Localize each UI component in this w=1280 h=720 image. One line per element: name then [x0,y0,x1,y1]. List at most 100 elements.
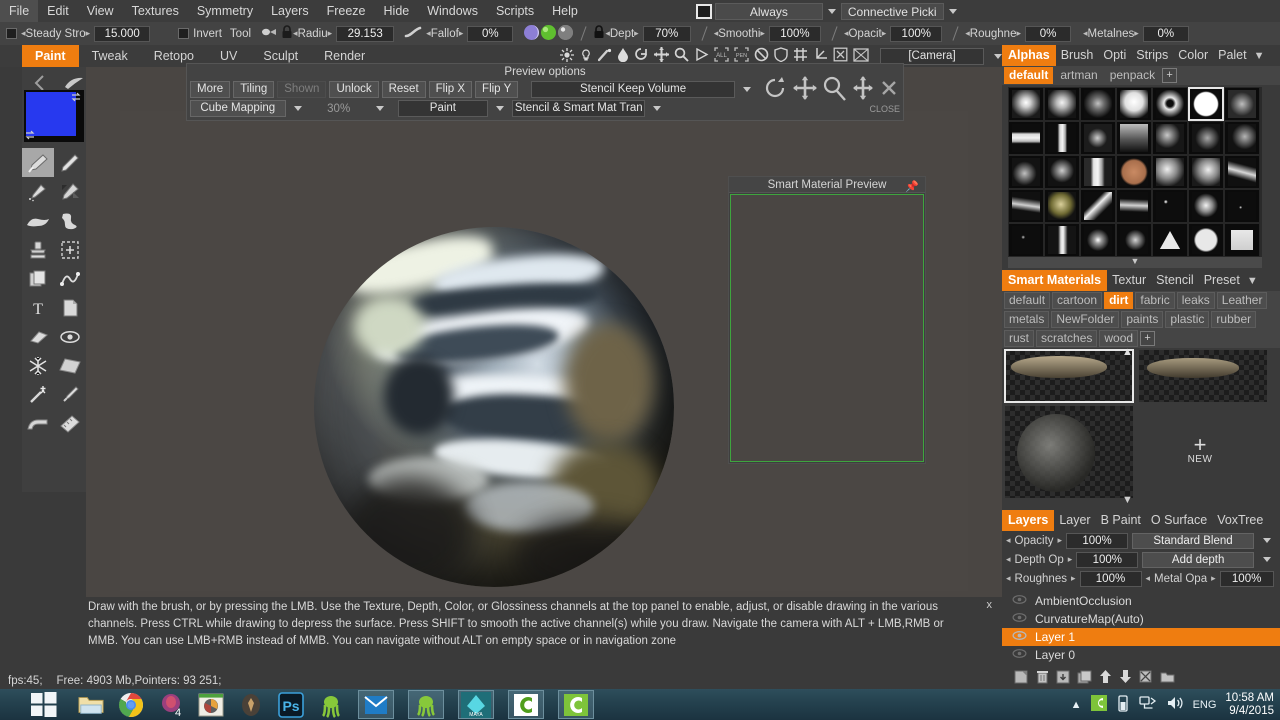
opacity-right-arrow[interactable]: ▸ [882,28,887,39]
new-material-button[interactable]: + NEW [1136,404,1264,496]
flip-x-button[interactable]: Flip X [428,81,473,98]
uv-map-icon[interactable] [853,47,869,65]
color-swatch-container[interactable] [24,90,84,142]
depth-mode-chevron-icon[interactable] [1263,557,1271,562]
menu-item-hide[interactable]: Hide [375,0,419,22]
paint-mode-chevron-icon[interactable] [496,106,504,111]
chevron-alpha[interactable] [1080,189,1116,223]
dent-sphere-alpha-2[interactable] [1188,155,1224,189]
maya-icon[interactable]: MAYA [458,690,494,719]
plane-tool-icon[interactable] [54,351,86,380]
material-folder-cartoon[interactable]: cartoon [1052,292,1103,309]
cube-mapping-chevron-icon[interactable] [293,106,302,111]
always-dropdown[interactable]: Always [714,2,823,20]
material-folder-fabric[interactable]: fabric [1135,292,1175,309]
radius-right-arrow[interactable]: ▸ [328,28,333,39]
menu-item-symmetry[interactable]: Symmetry [188,0,262,22]
picasa-icon[interactable] [198,692,224,718]
camera-dropdown[interactable]: [Camera] [880,47,984,65]
depth-right-arrow[interactable]: ▸ [634,28,639,39]
clear-layer-icon[interactable] [1139,670,1153,687]
eye-icon[interactable] [1012,630,1027,644]
spray-tool-icon[interactable] [22,177,54,206]
chain-alpha[interactable] [1080,121,1116,155]
rock-sphere-alpha[interactable] [1044,189,1080,223]
cylinder-alpha[interactable] [1080,155,1116,189]
eye-icon-dim-2[interactable] [1012,612,1027,626]
speckle-alpha[interactable] [1152,189,1188,223]
material-folder-plastic[interactable]: plastic [1165,311,1210,328]
falloff-right-arrow[interactable]: ▸ [459,28,464,39]
preview-rotate-icon[interactable] [763,75,789,104]
tab-smart-materials[interactable]: Smart Materials [1002,270,1108,291]
alpha-folder-default[interactable]: default [1004,67,1054,84]
clock[interactable]: 10:58 AM 9/4/2015 [1225,692,1274,718]
tab-layer[interactable]: Layer [1054,510,1095,531]
hard-round-alpha[interactable] [1116,87,1152,121]
tree-alpha[interactable] [1044,155,1080,189]
soft-round-alpha-2[interactable] [1044,87,1080,121]
blotch-alpha[interactable] [1188,189,1224,223]
tab-o-surface[interactable]: O Surface [1146,510,1212,531]
dent-sphere-alpha[interactable] [1152,155,1188,189]
preview-percent-value[interactable]: 30% [310,103,368,115]
steady-stroke-right-arrow[interactable]: ▸ [86,28,91,39]
depth-op-left-arrow[interactable]: ◂ [1006,554,1011,565]
preview-close-label[interactable]: CLOSE [869,104,900,113]
more-button[interactable]: More [190,81,231,98]
menu-item-freeze[interactable]: Freeze [318,0,375,22]
tab-voxtree[interactable]: VoxTree [1212,510,1268,531]
menu-item-view[interactable]: View [78,0,123,22]
tab-paint[interactable]: Paint [22,45,79,67]
chevron-down-icon-2[interactable] [948,8,957,14]
lock-icon-2[interactable] [593,25,605,42]
material-folder-leather[interactable]: Leather [1216,292,1268,309]
unity-icon[interactable] [238,692,264,718]
menu-item-windows[interactable]: Windows [418,0,487,22]
eye-icon-dim-3[interactable] [1012,648,1027,662]
coat-green-icon-2[interactable] [558,690,594,719]
hair-strands-alpha[interactable] [1116,189,1152,223]
fill-brush-tool-icon[interactable] [54,177,86,206]
soft-round-alpha[interactable] [1008,87,1044,121]
flip-y-button[interactable]: Flip Y [475,81,519,98]
volume-icon[interactable] [1166,695,1184,714]
stencil-smart-chevron-icon[interactable] [653,106,662,111]
layer-item-layer-0[interactable]: Layer 0 [1002,646,1280,664]
tab-tweak[interactable]: Tweak [79,45,141,67]
smoothing-right-arrow[interactable]: ▸ [760,28,765,39]
metal-opa-left-arrow[interactable]: ◂ [1146,573,1151,584]
preview-pan-icon[interactable] [850,75,876,104]
tube-cluster-alpha[interactable] [1116,121,1152,155]
smear-alpha[interactable] [1188,121,1224,155]
material-thumb-1[interactable] [1004,349,1134,403]
tiling-button[interactable]: Tiling [233,81,275,98]
cylinder-alpha-2[interactable] [1044,223,1080,257]
material-folder-newfolder[interactable]: NewFolder [1051,311,1120,328]
grass-alpha[interactable] [1224,155,1260,189]
crack-alpha[interactable] [1224,121,1260,155]
add-material-folder-icon[interactable]: + [1140,331,1156,346]
material-folder-paints[interactable]: paints [1121,311,1164,328]
rough-sphere-alpha[interactable] [1116,155,1152,189]
preview-zoom-icon[interactable] [821,75,847,104]
file-explorer-icon[interactable] [78,692,104,718]
reset-button[interactable]: Reset [381,81,426,98]
depth-value[interactable]: 70% [642,25,691,42]
3dcoat-icon[interactable] [318,692,344,718]
language-indicator[interactable]: ENG [1193,699,1217,711]
stencil-smart-mat-dropdown[interactable]: Stencil & Smart Mat Tran [512,100,646,117]
holes-alpha[interactable] [1188,223,1224,257]
move-up-icon[interactable] [1099,669,1112,687]
metalness-right-arrow[interactable]: ▸ [1134,28,1139,39]
add-alpha-folder-icon[interactable]: + [1162,68,1178,83]
steady-stroke-value[interactable]: 15.000 [94,25,151,42]
layer-item-layer-1[interactable]: Layer 1 [1002,628,1280,646]
folder-icon[interactable] [1160,670,1175,686]
copy-tool-icon[interactable] [22,264,54,293]
chrome-icon[interactable] [118,692,144,718]
smart-material-preview-canvas[interactable] [730,194,924,462]
material-thumb-2[interactable] [1139,350,1267,402]
material-folder-wood[interactable]: wood [1099,330,1139,347]
chevron-down-icon[interactable] [827,8,836,14]
